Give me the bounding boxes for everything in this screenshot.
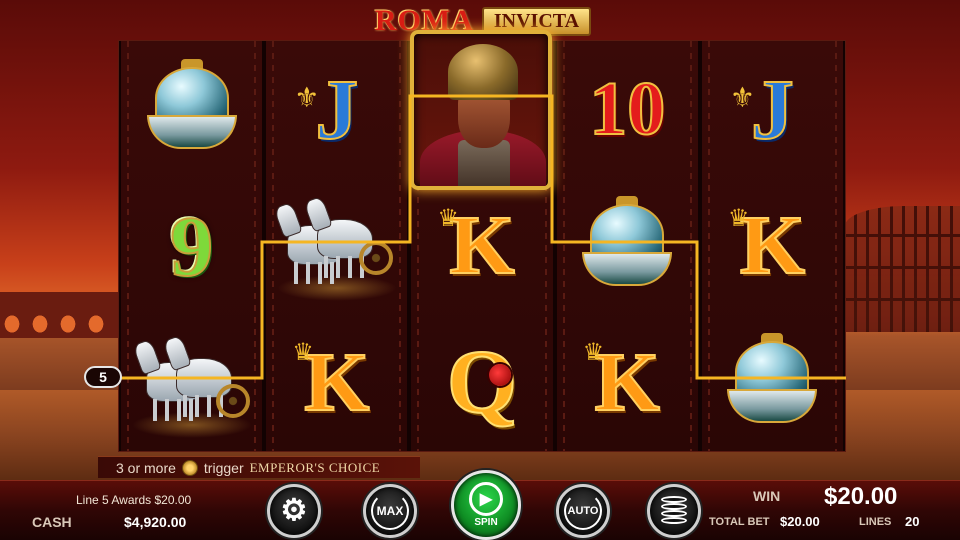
jack-symbol: J bbox=[314, 61, 359, 158]
symbol-king: ♛ K bbox=[266, 314, 407, 451]
helmet-icon bbox=[717, 332, 827, 433]
autoplay-button[interactable]: AUTO bbox=[556, 484, 610, 538]
emperor-symbol bbox=[410, 30, 552, 190]
symbol-jack: ⚜ J bbox=[702, 41, 843, 178]
reel-2: ⚜ J ♛ K bbox=[264, 41, 410, 451]
bet-coins-button[interactable] bbox=[647, 484, 701, 538]
king-symbol: K bbox=[739, 199, 806, 292]
payline-badge: 5 bbox=[84, 366, 122, 388]
trigger-prefix: 3 or more bbox=[116, 459, 176, 476]
symbol-helmet bbox=[702, 314, 843, 451]
spin-label: SPIN bbox=[474, 517, 498, 528]
ten-symbol: 10 bbox=[588, 67, 666, 152]
crown-icon: ♛ bbox=[437, 204, 459, 232]
symbol-king: ♛ K bbox=[702, 178, 843, 315]
crown-icon: ♛ bbox=[727, 204, 750, 232]
symbol-chariot bbox=[121, 314, 262, 451]
play-icon: ▶ bbox=[469, 482, 503, 516]
win-label: WIN bbox=[753, 488, 781, 504]
jack-symbol: J bbox=[750, 61, 795, 158]
king-symbol: K bbox=[303, 335, 370, 429]
helmet-icon bbox=[572, 196, 682, 296]
feature-trigger-banner: 3 or more trigger EMPEROR'S CHOICE bbox=[98, 456, 420, 478]
king-symbol: K bbox=[448, 199, 515, 292]
symbol-queen: Q bbox=[411, 314, 552, 451]
reel-5: ⚜ J ♛ K bbox=[699, 41, 846, 451]
crown-icon: ♛ bbox=[292, 339, 314, 367]
crown-icon: ♛ bbox=[582, 339, 605, 367]
feature-name: EMPEROR'S CHOICE bbox=[249, 459, 381, 475]
fleur-de-lis-icon: ⚜ bbox=[729, 82, 755, 113]
symbol-helmet bbox=[557, 178, 698, 315]
lines-label: LINES bbox=[859, 516, 892, 528]
chariot-icon bbox=[276, 191, 397, 301]
reel-1: 9 bbox=[119, 41, 265, 451]
lines-value: 20 bbox=[905, 514, 920, 529]
symbol-chariot bbox=[266, 178, 407, 315]
gear-icon: ⚙ bbox=[280, 494, 308, 527]
cash-label: CASH bbox=[32, 514, 72, 530]
cash-value: $4,920.00 bbox=[124, 514, 187, 530]
nine-symbol: 9 bbox=[169, 198, 214, 294]
win-value: $20.00 bbox=[824, 483, 898, 510]
colosseum-silhouette bbox=[845, 206, 960, 332]
max-ring-icon: MAX bbox=[371, 492, 409, 530]
settings-button[interactable]: ⚙ bbox=[267, 484, 321, 538]
helmet-icon bbox=[137, 59, 247, 159]
award-message: Line 5 Awards $20.00 bbox=[76, 493, 192, 507]
symbol-nine: 9 bbox=[121, 178, 262, 315]
chariot-icon bbox=[131, 328, 252, 438]
trigger-word: trigger bbox=[203, 459, 244, 476]
auto-label: AUTO bbox=[567, 505, 599, 517]
reel-4: 10 ♛ K bbox=[554, 41, 700, 451]
max-label: MAX bbox=[376, 504, 404, 518]
fleur-de-lis-icon: ⚜ bbox=[294, 82, 320, 113]
total-bet-label: TOTAL BET bbox=[709, 516, 770, 528]
max-bet-button[interactable]: MAX bbox=[363, 484, 417, 538]
spin-button[interactable]: ▶ SPIN bbox=[451, 470, 521, 540]
symbol-jack: ⚜ J bbox=[266, 41, 407, 178]
coin-icon bbox=[181, 459, 198, 476]
coin-stack-icon bbox=[661, 496, 687, 526]
symbol-king: ♛ K bbox=[557, 314, 698, 451]
symbol-helmet bbox=[121, 41, 262, 178]
symbol-king: ♛ K bbox=[411, 178, 552, 315]
king-symbol: K bbox=[594, 335, 661, 429]
symbol-ten: 10 bbox=[557, 41, 698, 178]
aqueduct-silhouette bbox=[0, 292, 120, 338]
total-bet-value: $20.00 bbox=[780, 514, 820, 529]
auto-ring-icon: AUTO bbox=[564, 492, 602, 530]
